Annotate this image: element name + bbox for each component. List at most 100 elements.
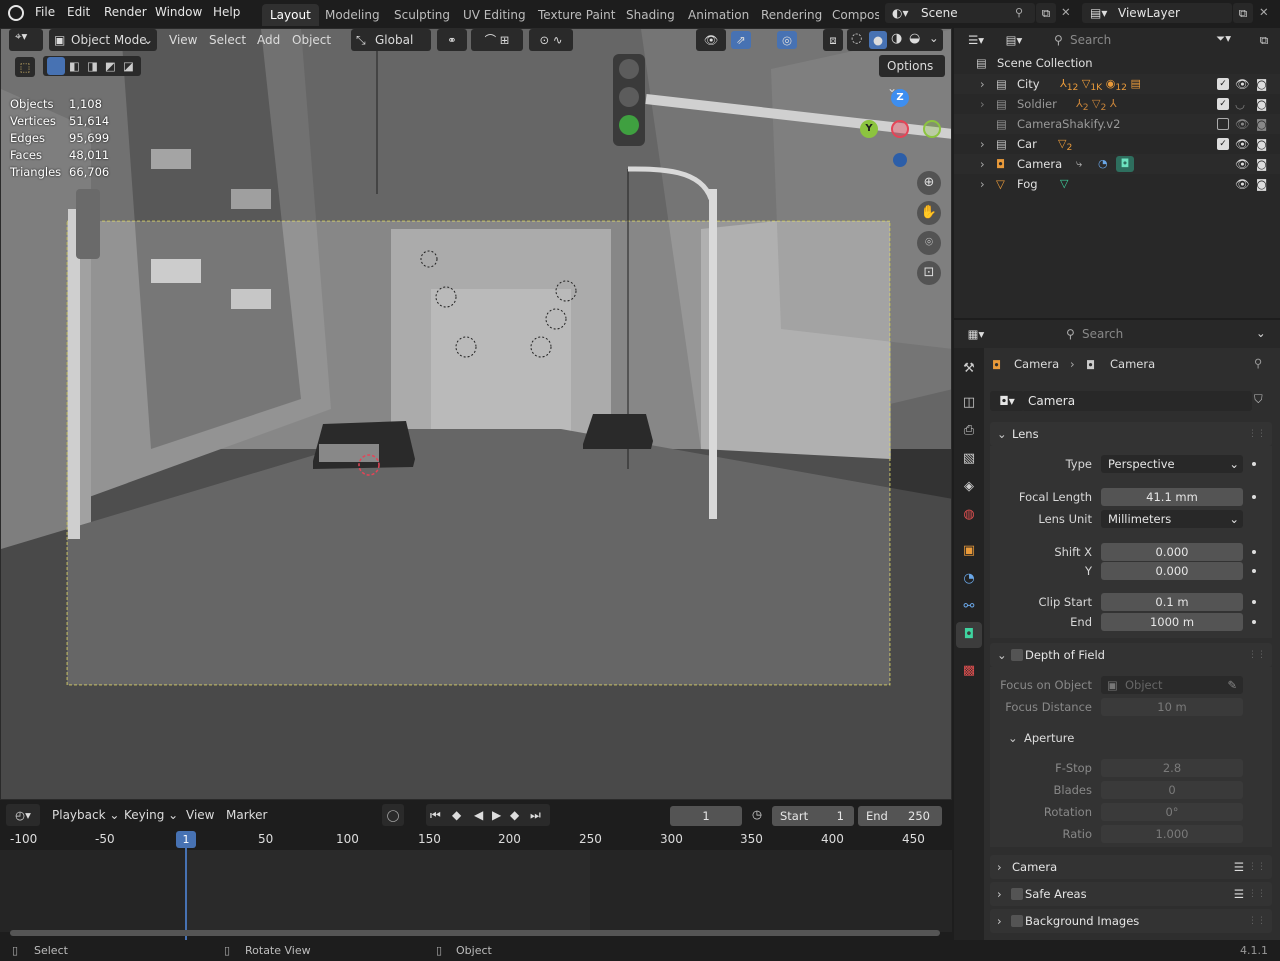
eye-icon[interactable]: 👁 xyxy=(1235,74,1250,94)
drag-handle-icon[interactable]: ⋮⋮ xyxy=(1248,882,1266,906)
new-scene-icon[interactable]: ⧉ xyxy=(1036,3,1056,23)
gizmo-y-neg-axis[interactable] xyxy=(923,120,941,138)
keyframe-dot[interactable] xyxy=(1252,569,1256,573)
pivot-point-icon[interactable]: ⚭ xyxy=(437,29,467,51)
3d-viewport[interactable]: ⌖▾ ▣ Object Mode ⌄ View Select Add Objec… xyxy=(0,28,952,800)
keyframe-dot[interactable] xyxy=(1252,620,1256,624)
display-mode-icon[interactable]: ▤▾ xyxy=(998,30,1030,50)
dof-panel-header[interactable]: ⌄ Depth of Field ⋮⋮ xyxy=(990,643,1272,667)
select-new-icon[interactable] xyxy=(47,57,65,75)
constraints-tab-icon[interactable]: ⚯ xyxy=(956,594,982,620)
playhead-frame[interactable]: 1 xyxy=(176,831,196,848)
drag-handle-icon[interactable]: ⋮⋮ xyxy=(1248,909,1266,933)
outliner-row-camera[interactable]: › ◘ Camera ⤷ ◔ ◘ 👁 ◙ xyxy=(954,154,1280,174)
outliner-row-fog[interactable]: › ▽ Fog ▽ 👁 ◙ xyxy=(954,174,1280,194)
select-invert-icon[interactable]: ◩ xyxy=(105,59,116,73)
select-subtract-icon[interactable]: ◨ xyxy=(87,59,98,73)
end-frame-field[interactable]: End 250 xyxy=(858,806,942,826)
timeline-editor-type-icon[interactable]: ◴▾ xyxy=(6,804,40,826)
physics-tab-icon[interactable]: ◔ xyxy=(956,566,982,592)
viewport-menu-view[interactable]: View xyxy=(169,29,197,51)
pin-icon[interactable]: ⚲ xyxy=(1015,6,1023,19)
ratio-field[interactable]: 1.000 xyxy=(1101,825,1243,843)
safe-areas-checkbox[interactable] xyxy=(1011,888,1023,900)
prev-keyframe-icon[interactable]: ◆ xyxy=(452,804,461,826)
drag-handle-icon[interactable]: ⋮⋮ xyxy=(1248,643,1266,667)
clip-start-field[interactable]: 0.1 m xyxy=(1101,593,1243,611)
outliner-row-city[interactable]: › ▤ City ⅄12 ▽1K ◉12 ▤ ✓ 👁 ◙ xyxy=(954,74,1280,94)
tool-tab-icon[interactable]: ⚒ xyxy=(956,356,982,382)
pin-icon[interactable]: ⚲ xyxy=(1254,356,1262,370)
camera-panel-header[interactable]: › Camera ☰ ⋮⋮ xyxy=(990,855,1272,879)
play-icon[interactable]: ▶ xyxy=(492,804,501,826)
play-reverse-icon[interactable]: ◀ xyxy=(474,804,483,826)
presets-list-icon[interactable]: ☰ xyxy=(1234,882,1244,906)
camera-render-icon[interactable]: ◙ xyxy=(1256,134,1267,154)
output-tab-icon[interactable]: ⎙ xyxy=(956,418,982,444)
menu-help[interactable]: Help xyxy=(213,5,240,19)
start-frame-field[interactable]: Start 1 xyxy=(772,806,854,826)
eye-icon[interactable]: 👁 xyxy=(1235,134,1250,154)
gizmo-x-neg-axis[interactable] xyxy=(891,120,909,138)
close-viewlayer-icon[interactable]: ✕ xyxy=(1259,5,1269,19)
gizmo-toggle-icon[interactable]: ⇗ xyxy=(731,31,751,49)
properties-editor-type-icon[interactable]: ▦▾ xyxy=(960,324,992,344)
drag-handle-icon[interactable]: ⋮⋮ xyxy=(1248,855,1266,879)
timeline-menu-keying[interactable]: Keying ⌄ xyxy=(124,804,178,826)
lock-icon[interactable]: ⊡ xyxy=(917,261,941,285)
menu-edit[interactable]: Edit xyxy=(67,5,90,19)
next-keyframe-icon[interactable]: ◆ xyxy=(510,804,519,826)
camera-data-tab-icon[interactable]: ◘ xyxy=(956,622,982,648)
lens-type-select[interactable]: Perspective ⌄ xyxy=(1101,455,1243,473)
object-tab-icon[interactable]: ▣ xyxy=(956,538,982,564)
tab-texture-paint[interactable]: Texture Paint xyxy=(530,4,623,26)
mode-selector[interactable]: ▣ Object Mode ⌄ xyxy=(49,29,157,51)
eyedropper-icon[interactable]: ✎ xyxy=(1227,676,1237,694)
exclude-checkbox[interactable]: ✓ xyxy=(1217,78,1229,90)
options-button[interactable]: Options ⌄ xyxy=(879,55,945,95)
viewport-menu-object[interactable]: Object xyxy=(292,29,331,51)
focal-length-field[interactable]: 41.1 mm xyxy=(1101,488,1243,506)
playhead-line[interactable] xyxy=(185,848,187,940)
scene-tab-icon[interactable]: ◈ xyxy=(956,474,982,500)
lens-unit-select[interactable]: Millimeters ⌄ xyxy=(1101,510,1243,528)
close-scene-icon[interactable]: ✕ xyxy=(1061,5,1071,19)
focus-distance-field[interactable]: 10 m xyxy=(1101,698,1243,716)
outliner-root[interactable]: ▤ Scene Collection xyxy=(954,53,1280,73)
visibility-icon[interactable]: 👁 xyxy=(696,29,726,51)
presets-list-icon[interactable]: ☰ xyxy=(1234,855,1244,879)
dof-checkbox[interactable] xyxy=(1011,649,1023,661)
focus-object-field[interactable]: ▣ Object ✎ xyxy=(1101,676,1243,694)
safe-areas-panel-header[interactable]: › Safe Areas ☰ ⋮⋮ xyxy=(990,882,1272,906)
chevron-down-icon[interactable]: ⌄ xyxy=(1256,326,1266,340)
tab-shading[interactable]: Shading xyxy=(618,4,683,26)
aperture-subpanel-header[interactable]: ⌄ Aperture xyxy=(1008,731,1074,745)
view-layer-tab-icon[interactable]: ▧ xyxy=(956,446,982,472)
gizmo-z-axis[interactable]: Z xyxy=(891,89,909,107)
expand-chevron-icon[interactable]: › xyxy=(980,74,985,94)
select-intersect-icon[interactable]: ◪ xyxy=(123,59,134,73)
material-shading-icon[interactable]: ◑ xyxy=(891,31,902,46)
solid-shading-icon[interactable]: ● xyxy=(869,31,887,49)
shift-x-field[interactable]: 0.000 xyxy=(1101,543,1243,561)
tab-layout[interactable]: Layout xyxy=(262,4,319,26)
jump-end-icon[interactable]: ⏭ xyxy=(530,804,541,826)
snap-icon[interactable]: ⌒ ⊞ xyxy=(471,29,523,51)
timeline-scrollbar[interactable] xyxy=(10,930,940,936)
outliner-editor-type-icon[interactable]: ☰▾ xyxy=(960,30,992,50)
select-extend-icon[interactable]: ◧ xyxy=(69,59,80,73)
proportional-editing-icon[interactable]: ⊙ ∿ xyxy=(529,29,573,51)
datablock-name-field[interactable]: Camera xyxy=(1022,391,1252,411)
filter-icon[interactable]: ⏷▾ xyxy=(1216,31,1231,46)
expand-chevron-icon[interactable]: › xyxy=(980,174,985,194)
tab-animation[interactable]: Animation xyxy=(680,4,757,26)
stopwatch-icon[interactable]: ◷ xyxy=(752,807,762,821)
keyframe-dot[interactable] xyxy=(1252,462,1256,466)
camera-render-icon[interactable]: ◙ xyxy=(1256,74,1267,94)
texture-tab-icon[interactable]: ▩ xyxy=(956,658,982,684)
menu-window[interactable]: Window xyxy=(155,5,202,19)
exclude-checkbox[interactable]: ✓ xyxy=(1217,138,1229,150)
transform-orientation-selector[interactable]: ⤡ Global xyxy=(351,29,431,51)
rotation-field[interactable]: 0° xyxy=(1101,803,1243,821)
properties-search-input[interactable]: ⚲ Search xyxy=(1060,324,1174,344)
